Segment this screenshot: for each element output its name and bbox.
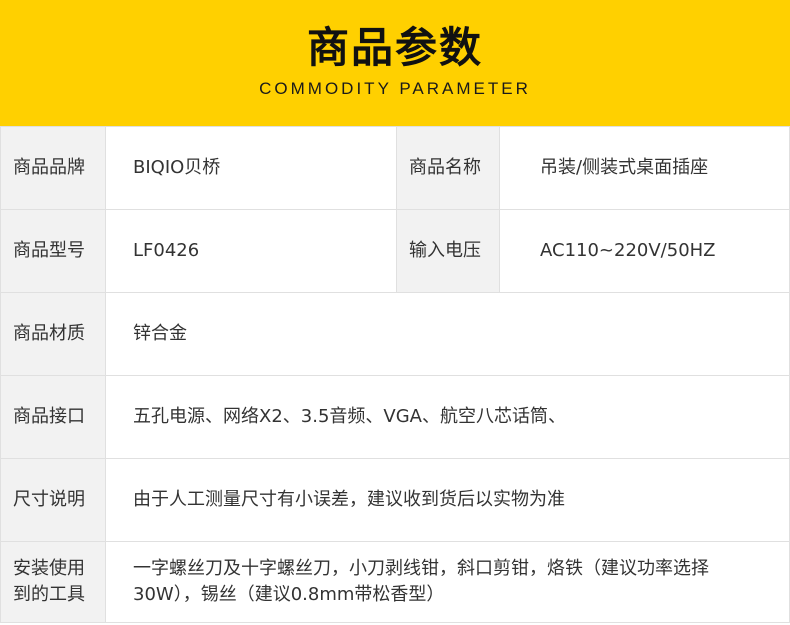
label-input-voltage: 输入电压 xyxy=(396,209,500,293)
label-size-note: 尺寸说明 xyxy=(0,458,106,542)
value-interfaces: 五孔电源、网络X2、3.5音频、VGA、航空八芯话筒、 xyxy=(105,375,790,459)
value-tools-line: 30W），锡丝（建议0.8mm带松香型） xyxy=(133,584,445,605)
label-model: 商品型号 xyxy=(0,209,106,293)
table-row: 商品品牌 BIQIO贝桥 商品名称 吊装/侧装式桌面插座 xyxy=(0,126,790,210)
value-tools: 一字螺丝刀及十字螺丝刀，小刀剥线钳，斜口剪钳，烙铁（建议功率选择 30W），锡丝… xyxy=(105,541,790,623)
label-tools: 安装使用 到的工具 xyxy=(0,541,106,623)
value-material: 锌合金 xyxy=(105,292,790,376)
label-material: 商品材质 xyxy=(0,292,106,376)
label-interfaces: 商品接口 xyxy=(0,375,106,459)
label-brand: 商品品牌 xyxy=(0,126,106,210)
table-row: 商品型号 LF0426 输入电压 AC110~220V/50HZ xyxy=(0,209,790,293)
value-input-voltage: AC110~220V/50HZ xyxy=(499,209,790,293)
header-banner: 商品参数 COMMODITY PARAMETER xyxy=(0,0,790,126)
label-tools-line: 到的工具 xyxy=(13,584,85,605)
label-tools-line: 安装使用 xyxy=(13,558,85,579)
parameter-table: 商品品牌 BIQIO贝桥 商品名称 吊装/侧装式桌面插座 商品型号 LF0426… xyxy=(0,126,790,623)
label-product-name: 商品名称 xyxy=(396,126,500,210)
value-model: LF0426 xyxy=(105,209,397,293)
value-tools-line: 一字螺丝刀及十字螺丝刀，小刀剥线钳，斜口剪钳，烙铁（建议功率选择 xyxy=(133,558,709,579)
table-row: 安装使用 到的工具 一字螺丝刀及十字螺丝刀，小刀剥线钳，斜口剪钳，烙铁（建议功率… xyxy=(0,541,790,623)
table-row: 尺寸说明 由于人工测量尺寸有小误差，建议收到货后以实物为准 xyxy=(0,458,790,542)
page-subtitle: COMMODITY PARAMETER xyxy=(259,79,531,98)
page-title: 商品参数 xyxy=(306,23,483,72)
value-product-name: 吊装/侧装式桌面插座 xyxy=(499,126,790,210)
table-row: 商品接口 五孔电源、网络X2、3.5音频、VGA、航空八芯话筒、 xyxy=(0,375,790,459)
value-brand: BIQIO贝桥 xyxy=(105,126,397,210)
value-size-note: 由于人工测量尺寸有小误差，建议收到货后以实物为准 xyxy=(105,458,790,542)
table-row: 商品材质 锌合金 xyxy=(0,292,790,376)
